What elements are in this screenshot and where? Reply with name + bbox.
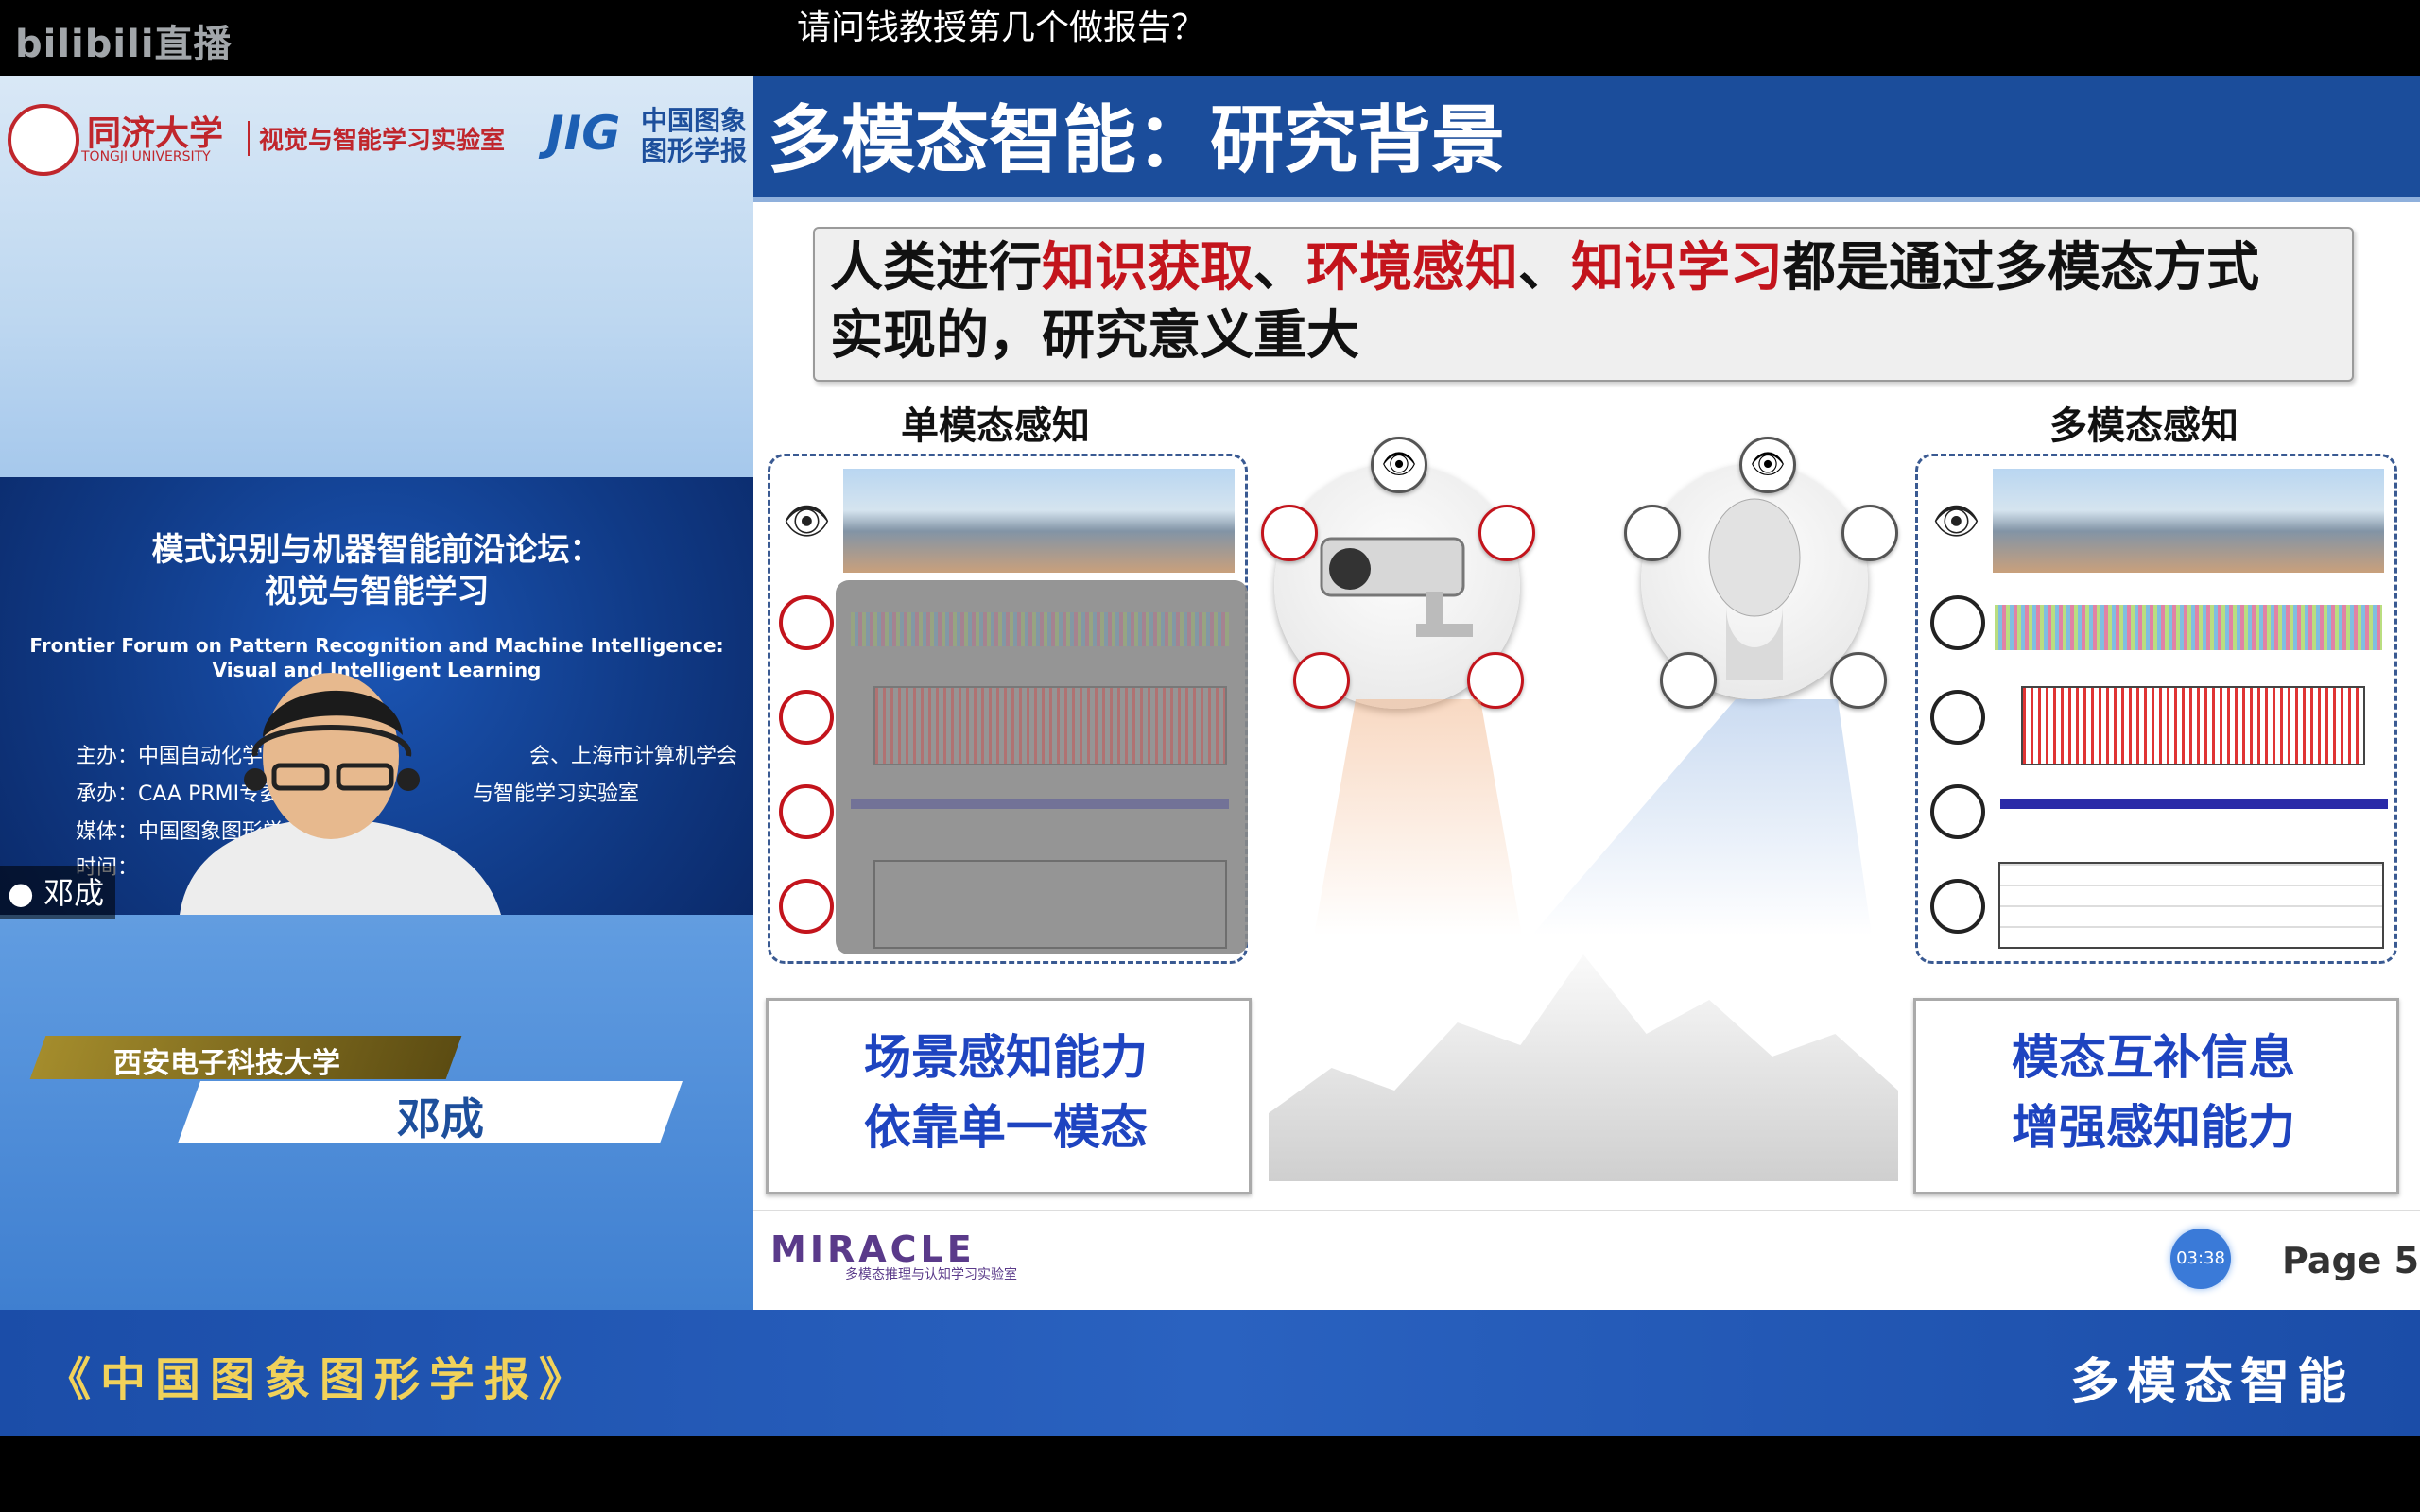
head-eye-icon: 👁 [1739,437,1796,493]
multi-tongue-icon [1930,784,1985,839]
camera-hand-disabled-icon [1293,652,1350,709]
jig-text-line1: 中国图象 [641,105,748,136]
multi-modal-line2: 增强感知能力 [2012,1100,2295,1155]
camera-ear-disabled-icon [1261,505,1318,561]
miracle-lab-subtitle: 多模态推理与认知学习实验室 [845,1267,1017,1282]
danmaku-comment: 请问钱教授第几个做报告？ [797,9,1206,47]
touch-signal-chart [2021,686,2365,765]
bilibili-live-logo: bilibili直播 [15,23,233,66]
smell-signal-chart [1998,862,2384,949]
multi-city-skyline-image [1993,469,2384,573]
hand-disabled-icon [779,690,834,745]
city-skyline-image [843,469,1235,573]
smell-signal-dim [873,860,1227,949]
forum-en-line1: Frontier Forum on Pattern Recognition an… [29,634,724,657]
nose-disabled-icon [779,879,834,934]
org-host-tail: 会、上海市计算机学会 [529,745,738,768]
tongue-disabled-icon [779,784,834,839]
statement-line2: 实现的，研究意义重大 [830,305,1359,367]
header-underline [753,197,2420,202]
single-modal-line2: 依靠单一模态 [864,1100,1148,1155]
separator2: 、 [1518,237,1571,299]
multi-eye-icon: 👁 [1932,500,1980,543]
statement-text: 人类进行知识获取、环境感知、知识学习都是通过多模态方式 实现的，研究意义重大 [830,234,2342,370]
tongji-university-en: TONGJI UNIVERSITY [81,149,211,164]
top-bar [0,0,2420,76]
speaker-tag-name: 邓成 [43,875,105,911]
jig-text-line2: 图形学报 [641,135,748,166]
single-modal-title: 单模态感知 [901,404,1090,448]
touch-signal-dim [873,686,1227,765]
taste-signal-dim [851,799,1229,809]
multi-modal-conclusion: 模态互补信息 增强感知能力 [1913,1022,2394,1162]
multi-hand-icon [1930,690,1985,745]
speaker-person [180,673,501,915]
multi-modal-title: 多模态感知 [2049,404,2238,448]
human-head-icon [1708,498,1801,680]
head-nose-icon [1841,505,1898,561]
jig-journal-name: 中国图象 图形学报 [641,106,747,166]
eye-icon: 👁 [783,500,831,543]
audio-wave-dim [851,612,1229,646]
microphone-icon: ● [8,875,34,911]
head-tongue-icon [1830,652,1887,709]
highlight-environment-perception: 环境感知 [1306,237,1518,299]
bottom-letterbox [0,1436,2420,1512]
tongji-seal-logo [8,104,79,176]
head-hand-icon [1660,652,1717,709]
slide-title: 多模态智能：研究背景 [768,98,1506,183]
head-ear-icon [1624,505,1681,561]
forum-title: 模式识别与机器智能前沿论坛： 视觉与智能学习 [0,529,753,612]
statement-part2: 都是通过多模态方式 [1783,237,2259,299]
audio-wave [1995,605,2382,650]
university-name: 西安电子科技大学 [113,1047,340,1080]
ear-disabled-icon [779,595,834,650]
forum-title-line1: 模式识别与机器智能前沿论坛： [151,531,602,569]
multi-ear-icon [1930,595,1985,650]
camera-nose-disabled-icon [1478,505,1535,561]
camera-eye-icon: 👁 [1371,437,1427,493]
highlight-knowledge-acquisition: 知识获取 [1042,237,1253,299]
topic-title: 多模态智能 [2070,1354,2355,1411]
journal-title: 《中国图象图形学报》 [45,1353,595,1406]
multi-nose-icon [1930,879,1985,934]
single-modal-conclusion: 场景感知能力 依靠单一模态 [766,1022,1246,1162]
separator1: 、 [1253,237,1306,299]
forum-title-line2: 视觉与智能学习 [264,573,490,610]
speaker-name: 邓成 [397,1093,484,1144]
single-modal-line1: 场景感知能力 [864,1030,1148,1085]
taste-signal [2000,799,2388,809]
highlight-knowledge-learning: 知识学习 [1571,237,1783,299]
statement-part1: 人类进行 [830,237,1042,299]
tongji-university-name: 同济大学 [87,113,224,153]
lab-name: 视觉与智能学习实验室 [248,121,505,156]
timer-badge[interactable]: 03:38 [2170,1228,2231,1289]
page-number: Page 5 [2282,1240,2420,1281]
speaker-mic-tag: ● 邓成 [0,866,116,919]
multi-modal-line1: 模态互补信息 [2012,1030,2295,1085]
surveillance-camera-icon [1320,537,1473,637]
jig-logo: JIG [546,106,621,161]
footer-divider [753,1210,2420,1211]
